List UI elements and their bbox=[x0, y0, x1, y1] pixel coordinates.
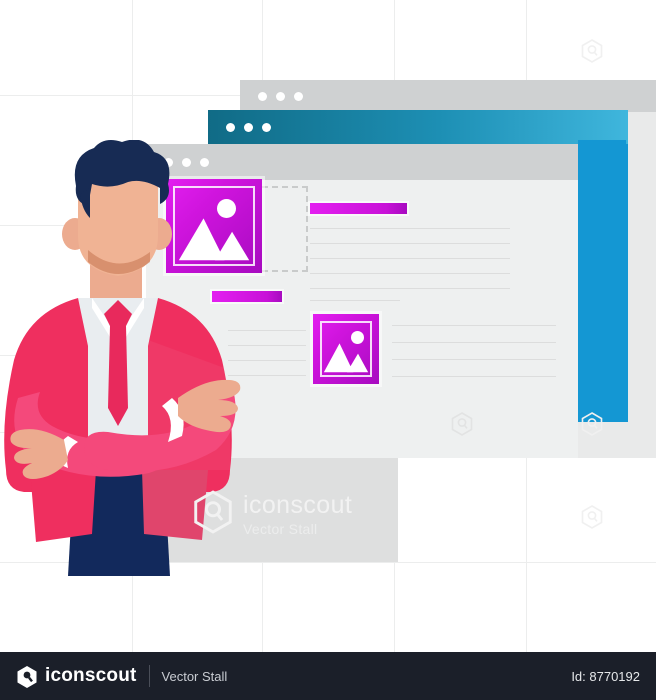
text-line bbox=[310, 243, 510, 244]
center-watermark: iconscout Vector Stall bbox=[193, 490, 352, 539]
text-line bbox=[310, 258, 510, 259]
footer-divider bbox=[148, 665, 150, 687]
small-image-placeholder bbox=[313, 314, 379, 384]
iconscout-hex-icon bbox=[581, 412, 603, 436]
text-line bbox=[310, 273, 510, 274]
watermark-subtitle: Vector Stall bbox=[243, 520, 318, 537]
watermark-title: iconscout bbox=[243, 490, 353, 519]
illustration-canvas: iconscout Vector Stall iconscout Vector … bbox=[0, 0, 656, 700]
text-line bbox=[392, 376, 556, 377]
text-line bbox=[392, 342, 556, 343]
window-dot-icon bbox=[258, 91, 267, 101]
window-dot-icon bbox=[294, 91, 303, 101]
footer-author: Vector Stall bbox=[161, 668, 228, 684]
small-image-placeholder-frame bbox=[320, 321, 372, 377]
window-dot-icon bbox=[226, 122, 235, 132]
window-dot-icon bbox=[244, 122, 253, 132]
iconscout-hex-icon bbox=[16, 665, 38, 688]
text-line bbox=[392, 359, 556, 360]
middle-window-titlebar bbox=[208, 110, 628, 144]
footer-asset-id: Id: 8770192 bbox=[571, 668, 640, 684]
footer-brand: iconscout bbox=[45, 665, 137, 686]
iconscout-hex-icon bbox=[581, 505, 603, 529]
text-line bbox=[310, 288, 510, 289]
text-line bbox=[392, 325, 556, 326]
iconscout-hex-icon bbox=[581, 39, 603, 63]
middle-window-blue-column bbox=[578, 140, 626, 388]
heading-accent-bar bbox=[310, 203, 407, 214]
text-line bbox=[310, 300, 400, 301]
text-line bbox=[310, 228, 510, 229]
mountain-icon bbox=[323, 343, 369, 373]
iconscout-hex-icon bbox=[451, 412, 473, 436]
footer-bar: iconscout Vector Stall Id: 8770192 bbox=[0, 652, 656, 700]
iconscout-hex-icon bbox=[193, 490, 233, 539]
window-dot-icon bbox=[276, 91, 285, 101]
window-dot-icon bbox=[262, 122, 271, 132]
dashed-placeholder-outline bbox=[262, 186, 308, 272]
back-window-titlebar bbox=[240, 80, 656, 112]
